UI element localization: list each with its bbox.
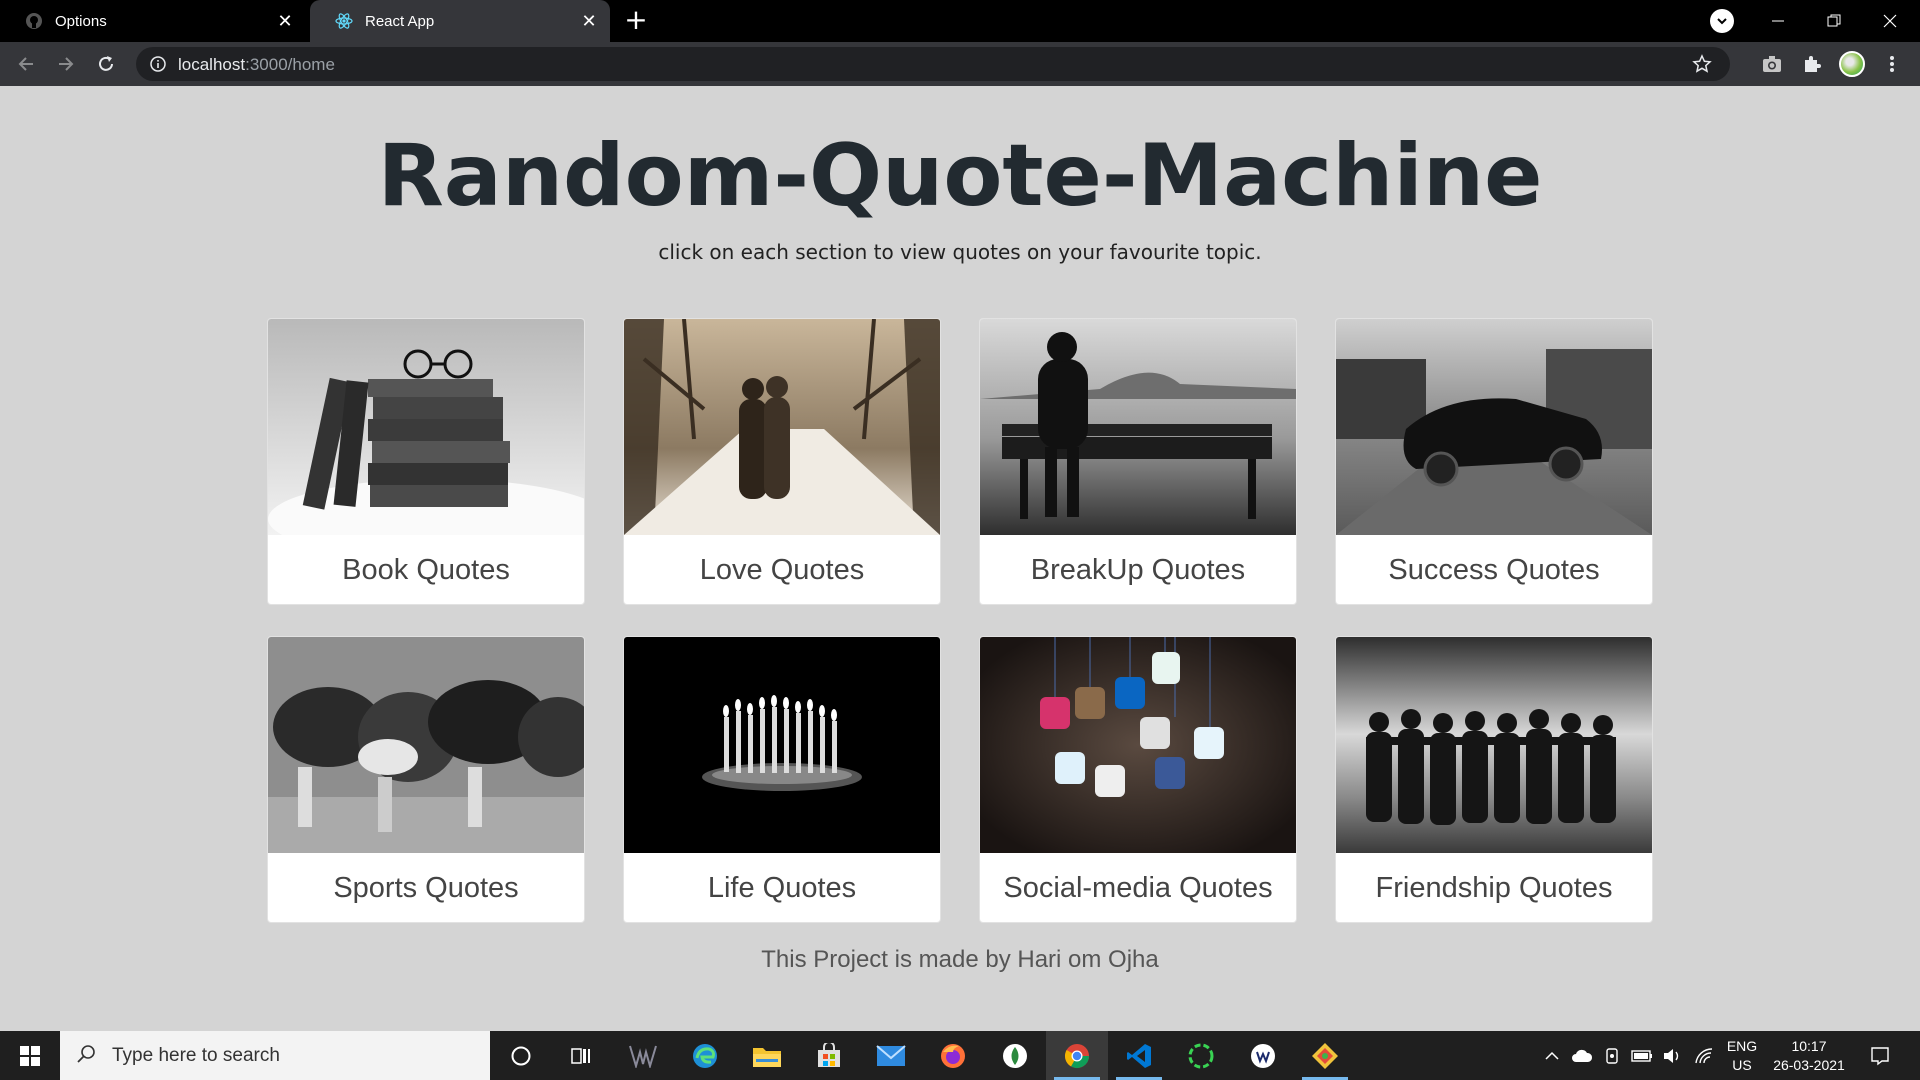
address-bar[interactable]: localhost:3000/home [136,47,1730,81]
windows-taskbar: Type here to search ENG US 10:17 26-03-2… [0,1031,1920,1080]
url-path: :3000/home [245,55,335,74]
card-label: Life Quotes [707,871,857,904]
search-placeholder: Type here to search [112,1044,280,1066]
card-success-quotes[interactable]: Success Quotes [1335,318,1653,605]
browser-tab-strip: Options ✕ React App ✕ + [0,0,1920,42]
forward-icon[interactable] [52,50,80,78]
card-label: Love Quotes [699,553,865,586]
tab-options[interactable]: Options ✕ [0,0,306,42]
region-code: US [1732,1057,1752,1073]
dark-circle-app-icon[interactable] [984,1031,1046,1080]
card-life-quotes[interactable]: Life Quotes [623,636,941,923]
lang-code: ENG [1726,1038,1758,1054]
predator-sense-icon[interactable] [612,1031,674,1080]
task-view-icon[interactable] [550,1031,612,1080]
couple-image [624,319,940,535]
taskbar-search-box[interactable]: Type here to search [60,1031,490,1080]
onedrive-icon[interactable] [1568,1031,1596,1080]
clock-date: 26-03-2021 [1773,1057,1845,1073]
tab-title: Options [55,12,107,30]
notifications-icon[interactable] [1862,1031,1898,1080]
books-image [268,319,584,535]
file-explorer-icon[interactable] [736,1031,798,1080]
birthday-candles-image [624,637,940,853]
github-icon [25,12,43,30]
url-host: localhost [178,55,246,74]
card-label: Sports Quotes [333,871,519,904]
taskbar-clock[interactable]: 10:17 26-03-2021 [1766,1037,1852,1075]
rugby-scrum-image [268,637,584,853]
profile-avatar[interactable] [1839,51,1865,77]
card-love-quotes[interactable]: Love Quotes [623,318,941,605]
edge-icon[interactable] [674,1031,736,1080]
input-language-indicator[interactable]: ENG US [1722,1037,1762,1075]
restore-icon[interactable] [1806,0,1862,42]
card-label: Success Quotes [1388,553,1600,586]
close-icon[interactable]: ✕ [274,10,296,32]
tab-title: React App [365,12,435,30]
card-sports-quotes[interactable]: Sports Quotes [267,636,585,923]
git-extension-icon[interactable] [1294,1031,1356,1080]
page-content: Random-Quote-Machine click on each secti… [0,86,1920,1031]
bookmark-star-icon[interactable] [1692,54,1712,78]
show-hidden-icons-icon[interactable] [1538,1031,1566,1080]
clock-time: 10:17 [1791,1038,1827,1054]
card-label: BreakUp Quotes [1030,553,1246,586]
search-icon [76,1044,96,1068]
close-icon[interactable]: ✕ [578,10,600,32]
windows-start-icon[interactable] [0,1031,60,1080]
card-label: Book Quotes [342,553,510,586]
card-breakup-quotes[interactable]: BreakUp Quotes [979,318,1297,605]
whiteboard-icon[interactable] [1232,1031,1294,1080]
react-icon [335,12,353,30]
back-icon[interactable] [12,50,40,78]
reload-icon[interactable] [92,50,120,78]
wifi-icon[interactable] [1690,1031,1718,1080]
device-icon[interactable] [1598,1031,1626,1080]
microsoft-store-icon[interactable] [798,1031,860,1080]
tab-search-icon[interactable] [1710,9,1734,33]
footer-credit: This Project is made by Hari om Ojha [761,946,1159,973]
tab-react-app[interactable]: React App ✕ [310,0,610,42]
volume-icon[interactable] [1658,1031,1686,1080]
browser-toolbar: localhost:3000/home [0,42,1920,86]
site-info-icon[interactable] [150,56,166,72]
battery-icon[interactable] [1628,1031,1656,1080]
card-friendship-quotes[interactable]: Friendship Quotes [1335,636,1653,923]
menu-kebab-icon[interactable] [1880,52,1904,76]
friends-group-image [1336,637,1652,853]
close-window-icon[interactable] [1862,0,1918,42]
card-social-media-quotes[interactable]: Social-media Quotes [979,636,1297,923]
minimize-icon[interactable] [1750,0,1806,42]
chrome-icon[interactable] [1046,1031,1108,1080]
firefox-icon[interactable] [922,1031,984,1080]
card-label: Social-media Quotes [1003,871,1273,904]
vscode-icon[interactable] [1108,1031,1170,1080]
card-book-quotes[interactable]: Book Quotes [267,318,585,605]
url-text: localhost:3000/home [178,55,335,75]
camera-extension-icon[interactable] [1760,52,1784,76]
bench-girl-image [980,319,1296,535]
new-tab-button[interactable]: + [622,6,650,34]
page-title: Random-Quote-Machine [377,126,1543,226]
extensions-puzzle-icon[interactable] [1800,52,1824,76]
page-subtitle: click on each section to view quotes on … [658,240,1262,264]
cortana-icon[interactable] [490,1031,552,1080]
car-image [1336,319,1652,535]
circular-app-icon[interactable] [1170,1031,1232,1080]
social-icons-image [980,637,1296,853]
card-label: Friendship Quotes [1375,871,1613,904]
mail-icon[interactable] [860,1031,922,1080]
